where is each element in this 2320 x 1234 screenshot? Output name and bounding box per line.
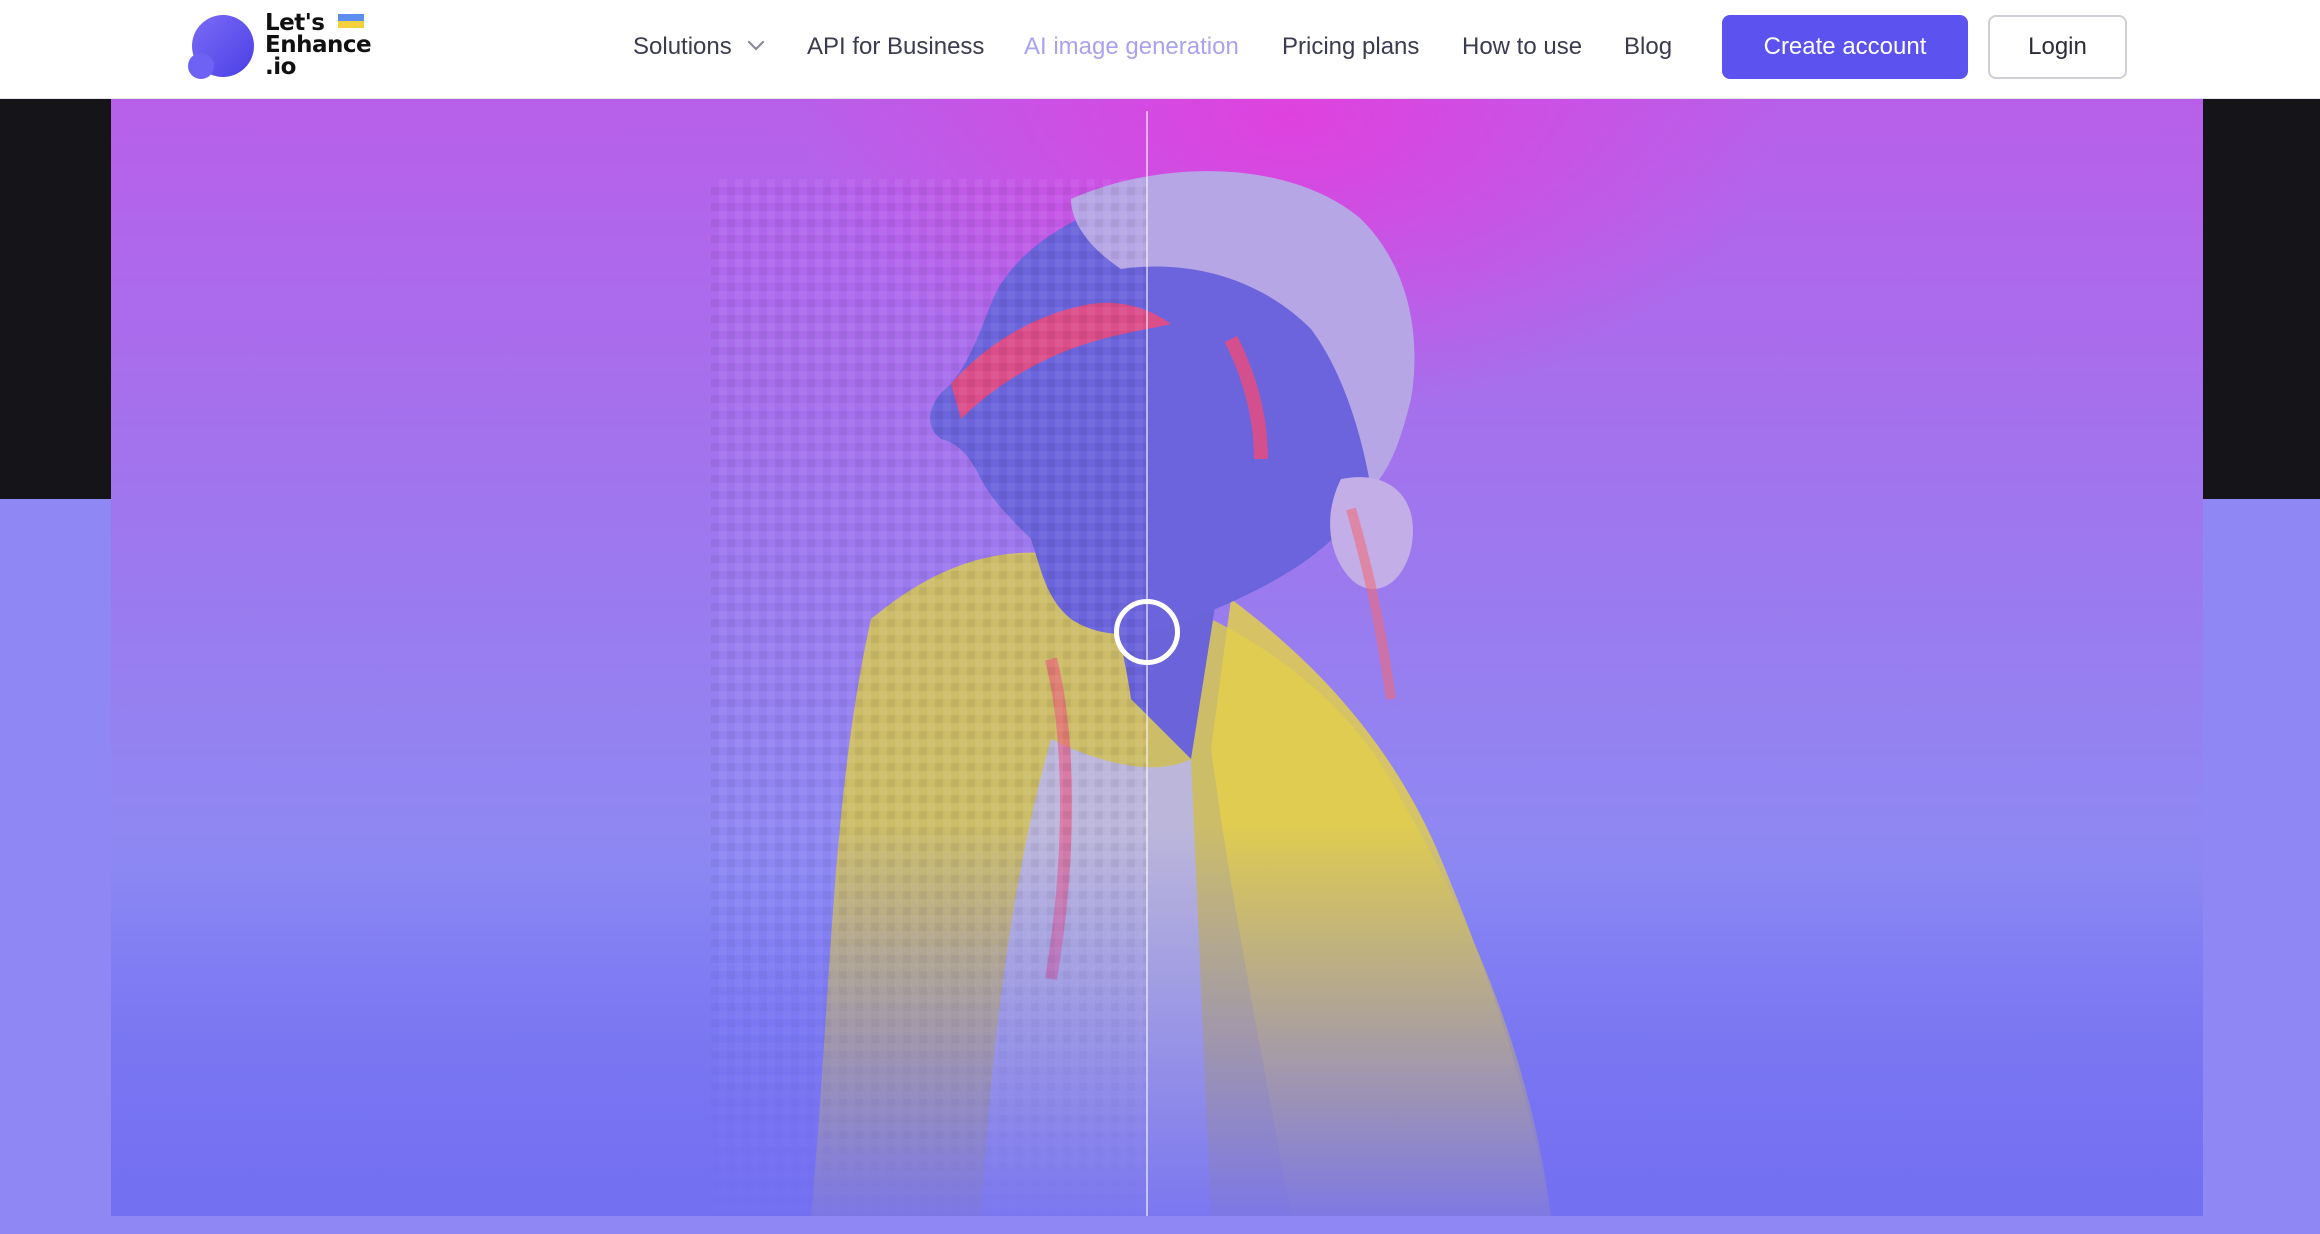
nav-solutions[interactable]: Solutions — [633, 31, 765, 63]
chevron-down-icon — [747, 40, 765, 51]
nav-pricing-plans[interactable]: Pricing plans — [1282, 31, 1419, 63]
login-button[interactable]: Login — [1988, 15, 2127, 79]
nav-solutions-label: Solutions — [633, 33, 732, 60]
nav-blog[interactable]: Blog — [1624, 31, 1672, 63]
left-dark-panel — [0, 99, 111, 499]
nav-how-to-use[interactable]: How to use — [1462, 31, 1582, 63]
nav-ai-image-generation[interactable]: AI image generation — [1024, 31, 1239, 63]
main-nav: Solutions API for Business AI image gene… — [0, 0, 2320, 99]
comparison-slider-handle[interactable] — [1114, 599, 1180, 665]
create-account-button[interactable]: Create account — [1722, 15, 1968, 79]
right-dark-panel — [2203, 99, 2320, 499]
nav-api-for-business[interactable]: API for Business — [807, 31, 984, 63]
site-header: Let's Enhance .io Solutions API for Busi… — [0, 0, 2320, 99]
